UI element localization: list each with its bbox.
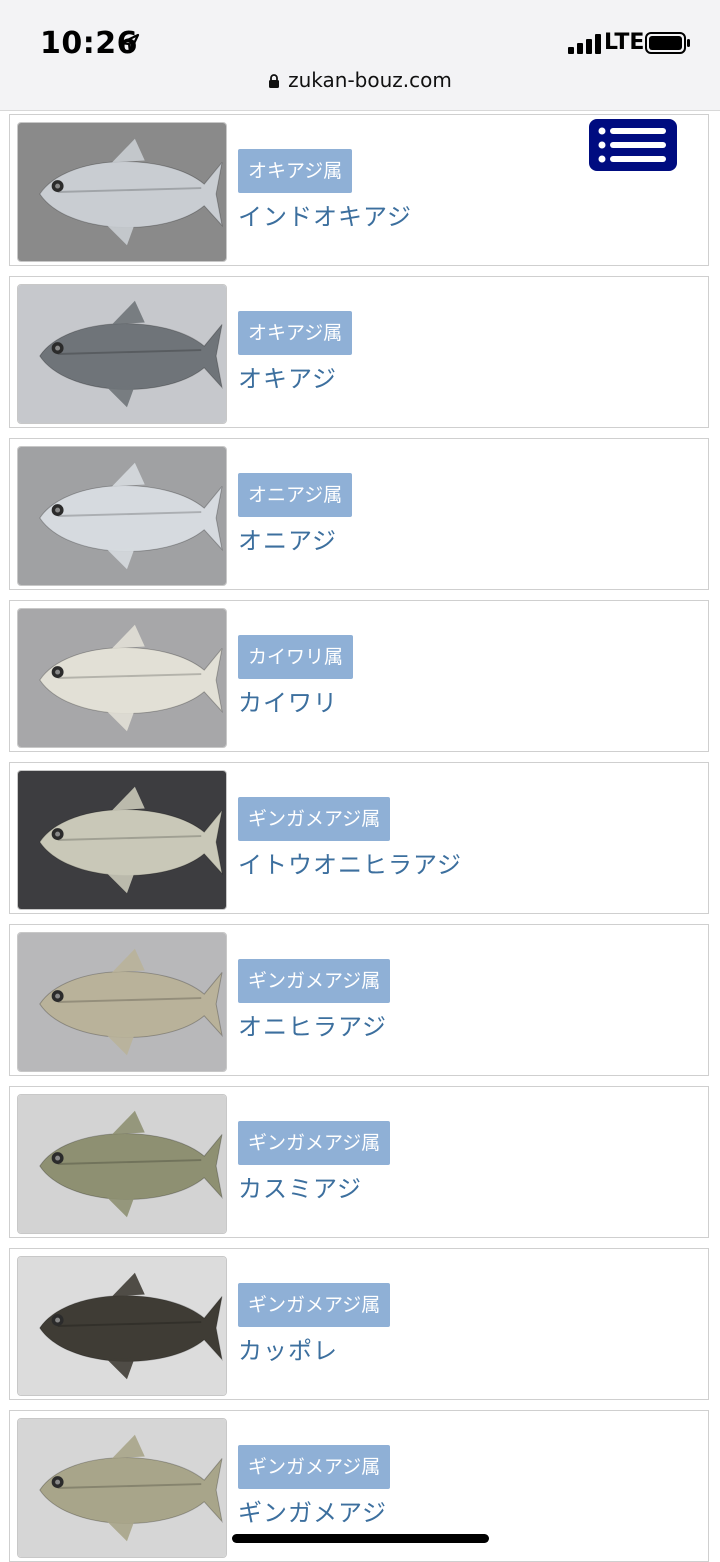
species-card[interactable]: ギンガメアジ属オニヒラアジ [9, 924, 709, 1076]
fish-thumbnail[interactable] [17, 770, 227, 910]
species-card[interactable]: ギンガメアジ属カスミアジ [9, 1086, 709, 1238]
species-card[interactable]: ギンガメアジ属イトウオニヒラアジ [9, 762, 709, 914]
species-name-link[interactable]: ギンガメアジ [238, 1493, 387, 1528]
fish-thumbnail[interactable] [17, 122, 227, 262]
fish-thumbnail[interactable] [17, 608, 227, 748]
genus-tag[interactable]: カイワリ属 [238, 635, 354, 679]
species-name-link[interactable]: カッポレ [238, 1331, 338, 1366]
genus-tag[interactable]: オニアジ属 [238, 473, 353, 517]
species-name-link[interactable]: オキアジ [238, 359, 337, 394]
status-bar: 10:26 LTE zukan-bouz.com [0, 0, 720, 111]
genus-tag[interactable]: ギンガメアジ属 [238, 1121, 391, 1165]
signal-strength-icon [568, 34, 601, 54]
battery-icon [645, 32, 690, 54]
genus-tag[interactable]: ギンガメアジ属 [238, 1445, 391, 1489]
species-card[interactable]: オキアジ属 オキアジ [9, 276, 709, 428]
location-arrow-icon [119, 33, 140, 54]
genus-tag[interactable]: ギンガメアジ属 [238, 1283, 391, 1327]
species-card[interactable]: オニアジ属 オニアジ [9, 438, 709, 590]
species-name-link[interactable]: オニアジ [238, 521, 337, 556]
fish-thumbnail[interactable] [17, 932, 227, 1072]
species-name-link[interactable]: オニヒラアジ [238, 1007, 387, 1042]
menu-button[interactable] [589, 119, 677, 171]
list-menu-icon [598, 127, 666, 163]
species-name-link[interactable]: イトウオニヒラアジ [238, 845, 462, 880]
fish-thumbnail[interactable] [17, 446, 227, 586]
species-card[interactable]: カイワリ属 カイワリ [9, 600, 709, 752]
genus-tag[interactable]: ギンガメアジ属 [238, 959, 391, 1003]
network-type: LTE [604, 30, 645, 55]
fish-thumbnail[interactable] [17, 1256, 227, 1396]
fish-thumbnail[interactable] [17, 284, 227, 424]
fish-thumbnail[interactable] [17, 1094, 227, 1234]
species-name-link[interactable]: カイワリ [238, 683, 338, 718]
genus-tag[interactable]: オキアジ属 [238, 311, 353, 355]
home-indicator [232, 1534, 489, 1543]
genus-tag[interactable]: ギンガメアジ属 [238, 797, 391, 841]
species-name-link[interactable]: カスミアジ [238, 1169, 362, 1204]
species-name-link[interactable]: インドオキアジ [238, 197, 412, 232]
address-bar[interactable]: zukan-bouz.com [0, 68, 720, 92]
fish-thumbnail[interactable] [17, 1418, 227, 1558]
url-text: zukan-bouz.com [288, 68, 452, 92]
genus-tag[interactable]: オキアジ属 [238, 149, 353, 193]
lock-icon [269, 74, 280, 88]
species-card[interactable]: ギンガメアジ属カッポレ [9, 1248, 709, 1400]
